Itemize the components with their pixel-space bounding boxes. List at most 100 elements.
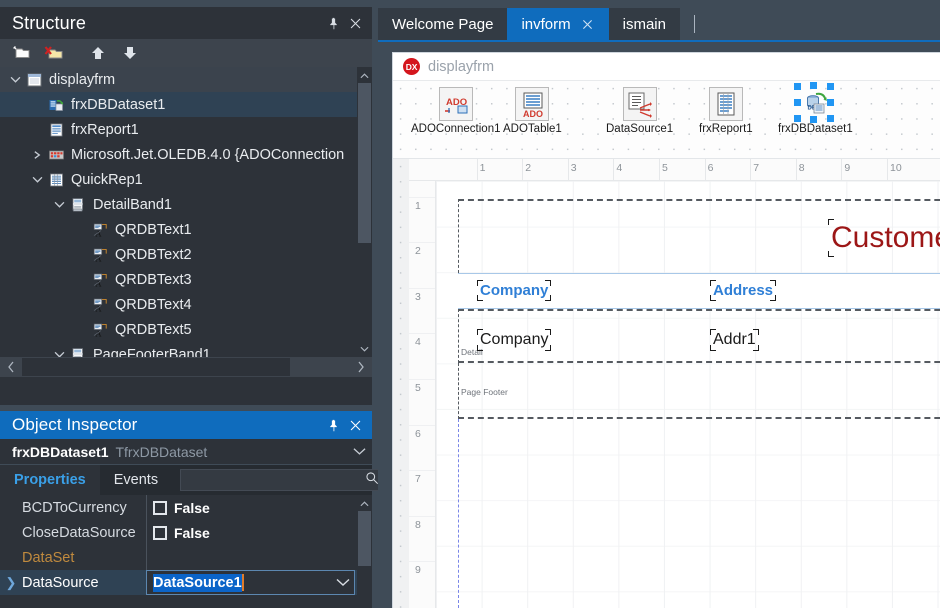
nonvisual-components-strip[interactable]: ADO ADOConnection1 ADO ADOTable1 DataSource1…: [393, 81, 940, 159]
selection-handle[interactable]: [810, 116, 818, 123]
form-designer-window[interactable]: DX displayfrm ADO ADOConnection1 ADO ADOTab…: [392, 52, 940, 608]
component-frxdbdataset1[interactable]: DB frxDBDataset1: [778, 82, 853, 135]
page-footer-band[interactable]: Page Footer: [458, 363, 940, 419]
component-frxreport1[interactable]: frxReport1: [699, 87, 753, 135]
selection-handle[interactable]: [827, 115, 835, 122]
detail-field-label: Addr1: [713, 331, 756, 348]
tree-item-qrdbtext5[interactable]: A QRDBText5: [0, 317, 372, 342]
chevron-down-icon[interactable]: [28, 176, 46, 184]
report-page-canvas[interactable]: CustomerCompanyAddressDetailCompanyAddr1…: [436, 181, 940, 608]
pin-icon[interactable]: [322, 414, 344, 436]
tree-item-qrdbtext4[interactable]: A QRDBText4: [0, 292, 372, 317]
report-title-field[interactable]: Customer: [828, 219, 940, 257]
object-selector-combo[interactable]: frxDBDataset1 TfrxDBDataset: [0, 439, 372, 465]
tree-scroll-track[interactable]: [357, 83, 372, 341]
tree-vertical-scrollbar[interactable]: [357, 67, 372, 357]
frx-report-icon[interactable]: [708, 87, 743, 121]
selection-handle[interactable]: [827, 99, 835, 106]
ado-table-icon[interactable]: ADO: [515, 87, 550, 121]
tree-item-frxreport1[interactable]: frxReport1: [0, 117, 372, 142]
band-left-border: [458, 363, 459, 419]
component-adoconnection1[interactable]: ADO ADOConnection1: [411, 87, 501, 135]
editor-tab-invform[interactable]: invform: [507, 8, 609, 40]
property-row-datasource[interactable]: ❯ DataSource DataSource1: [0, 570, 372, 595]
editor-tabstrip: Welcome Page invform ismain: [378, 8, 940, 42]
tree-scroll-thumb[interactable]: [358, 83, 371, 243]
header-field-company[interactable]: Company: [477, 280, 552, 301]
chevron-down-icon[interactable]: [6, 76, 24, 84]
close-icon[interactable]: [344, 414, 366, 436]
property-search-box[interactable]: [180, 469, 387, 491]
property-scroll-track[interactable]: [357, 511, 372, 606]
tree-horizontal-scrollbar[interactable]: [0, 357, 372, 377]
tree-item-microsoft-jet-oledb-4-0-adoconnection[interactable]: Microsoft.Jet.OLEDB.4.0 {ADOConnection: [0, 142, 372, 167]
devexpress-logo-icon: DX: [403, 58, 420, 75]
property-row-bcdtocurrency[interactable]: BCDToCurrency False: [0, 495, 372, 520]
property-search-input[interactable]: [181, 471, 366, 489]
tree-hscroll-track[interactable]: [22, 357, 350, 377]
tree-item-detailband1[interactable]: DetailBand1: [0, 192, 372, 217]
property-value-editor-datasource[interactable]: DataSource1: [146, 570, 355, 595]
selection-handle[interactable]: [794, 83, 802, 90]
property-value[interactable]: False: [146, 520, 372, 545]
editor-tab-welcome-page[interactable]: Welcome Page: [378, 8, 508, 40]
tab-properties-label: Properties: [14, 472, 86, 488]
selection-handle[interactable]: [810, 82, 818, 89]
dataset-icon: [46, 96, 66, 114]
property-scroll-thumb[interactable]: [358, 511, 371, 566]
detail-field-company[interactable]: Company: [477, 329, 552, 351]
property-grid-scrollbar[interactable]: [357, 495, 372, 606]
datasource-icon[interactable]: [622, 87, 657, 121]
chevron-down-icon[interactable]: [50, 201, 68, 209]
tree-item-quickrep1[interactable]: QuickRep1: [0, 167, 372, 192]
chevron-down-icon[interactable]: [336, 575, 350, 591]
property-row-dataset[interactable]: DataSet: [0, 545, 372, 570]
scroll-up-icon[interactable]: [357, 495, 372, 511]
scroll-left-icon[interactable]: [0, 357, 22, 377]
new-folder-icon[interactable]: [8, 41, 36, 65]
scroll-up-icon[interactable]: [357, 67, 372, 83]
selection-handle[interactable]: [794, 99, 802, 106]
close-icon[interactable]: [581, 17, 595, 31]
expand-chevron-icon[interactable]: ❯: [0, 575, 22, 591]
checkbox-closedatasource[interactable]: [153, 525, 167, 540]
property-row-closedatasource[interactable]: CloseDataSource False: [0, 520, 372, 545]
tree-hscroll-thumb[interactable]: [22, 358, 290, 376]
property-value[interactable]: [146, 545, 372, 570]
band-icon: [68, 196, 88, 214]
close-icon[interactable]: [344, 12, 366, 34]
tree-item-qrdbtext2[interactable]: A QRDBText2: [0, 242, 372, 267]
selection-handle[interactable]: [827, 83, 835, 90]
detail-field-addr1[interactable]: Addr1: [710, 329, 759, 351]
component-label: frxReport1: [699, 123, 753, 135]
chevron-down-icon[interactable]: [353, 443, 366, 461]
arrow-up-icon[interactable]: [84, 41, 112, 65]
arrow-down-icon[interactable]: [116, 41, 144, 65]
tree-item-frxdbdataset1[interactable]: frxDBDataset1: [0, 92, 372, 117]
editor-tab-ismain[interactable]: ismain: [608, 8, 680, 40]
ado-connection-icon[interactable]: ADO: [438, 87, 473, 121]
tab-properties[interactable]: Properties: [0, 465, 100, 495]
chevron-right-icon[interactable]: [28, 150, 46, 159]
frx-dbdataset-icon[interactable]: DB: [794, 82, 835, 123]
search-icon[interactable]: [365, 471, 379, 490]
selection-handle[interactable]: [794, 115, 802, 122]
structure-tree[interactable]: displayfrm frxDBDataset1 frxReport1 Microso…: [0, 67, 372, 357]
component-datasource1[interactable]: DataSource1: [606, 87, 673, 135]
property-value[interactable]: False: [146, 495, 372, 520]
tree-item-qrdbtext3[interactable]: A QRDBText3: [0, 267, 372, 292]
tab-events[interactable]: Events: [100, 465, 172, 495]
report-designer-canvas[interactable]: 1 2 3 4 5 6 7 8 9 10 1 2 3 4 5 6 7 8 9 Customer Company Add…: [393, 159, 940, 608]
delete-folder-icon[interactable]: [40, 41, 68, 65]
scroll-right-icon[interactable]: [350, 357, 372, 377]
property-grid[interactable]: BCDToCurrency False CloseDataSource False Da…: [0, 495, 372, 606]
tree-item-pagefooterband1[interactable]: PageFooterBand1: [0, 342, 372, 357]
band-left-border: [458, 199, 459, 273]
component-adotable1[interactable]: ADO ADOTable1: [503, 87, 562, 135]
header-field-address[interactable]: Address: [710, 280, 777, 301]
scroll-down-icon[interactable]: [357, 341, 372, 357]
checkbox-bcdtocurrency[interactable]: [153, 500, 167, 515]
tree-item-qrdbtext1[interactable]: A QRDBText1: [0, 217, 372, 242]
tree-item-displayfrm[interactable]: displayfrm: [0, 67, 372, 92]
pin-icon[interactable]: [322, 12, 344, 34]
